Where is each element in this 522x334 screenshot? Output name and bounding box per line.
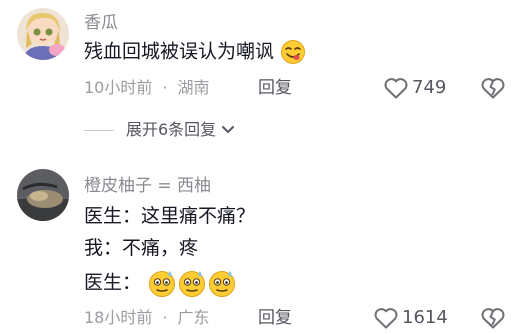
like-button[interactable]: 1614 (373, 306, 448, 330)
comment-text-content: 医生： (84, 271, 142, 294)
comment-meta: 18小时前 · 广东 (84, 308, 209, 328)
sweating-face-emoji-group (149, 271, 236, 297)
sweating-face-emoji (179, 271, 206, 297)
broken-heart-icon (481, 308, 505, 329)
comment-time: 18小时前 (84, 308, 153, 327)
meta-separator: · (162, 308, 168, 327)
sweating-face-emoji (149, 271, 176, 297)
comment-text-line: 医生： (84, 268, 237, 298)
heart-outline-icon (374, 308, 398, 329)
reply-button[interactable]: 回复 (258, 308, 292, 328)
comment-text-line: 我：不痛，疼 (84, 237, 199, 259)
comment-text-line: 医生：这里痛不痛？ (84, 205, 256, 227)
sweating-face-emoji (209, 271, 236, 297)
avatar[interactable] (17, 169, 69, 221)
comment-username[interactable]: 橙皮柚子 = 西柚 (84, 171, 211, 196)
dislike-button[interactable] (480, 306, 506, 334)
comment-item: 橙皮柚子 = 西柚 医生：这里痛不痛？ 我：不痛，疼 医生： 18小时前 · 广… (0, 0, 522, 334)
avatar-image (17, 169, 69, 221)
comment-location: 广东 (177, 308, 210, 327)
like-count: 1614 (402, 307, 448, 328)
